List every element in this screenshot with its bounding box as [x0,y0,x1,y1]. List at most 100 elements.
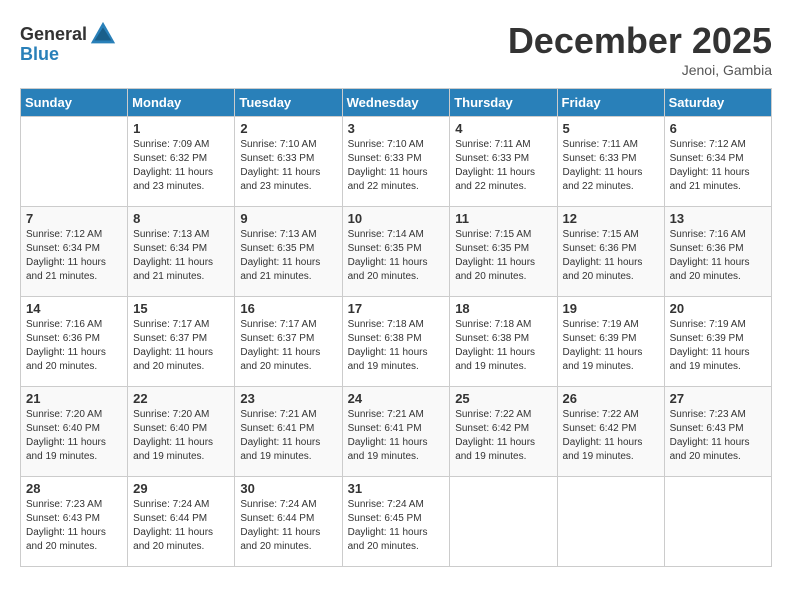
day-number: 16 [240,301,336,316]
calendar-cell: 25Sunrise: 7:22 AM Sunset: 6:42 PM Dayli… [450,387,557,477]
cell-info: Sunrise: 7:14 AM Sunset: 6:35 PM Dayligh… [348,228,445,284]
calendar-cell: 27 Sunrise: 7:23 AM Sunset: 6:43 PM Dayli… [664,387,771,477]
calendar-cell: 16 Sunrise: 7:17 AM Sunset: 6:37 PM Dayli… [235,297,342,387]
logo-blue: Blue [20,44,59,65]
cell-info: Sunrise: 7:18 AM Sunset: 6:38 PM Dayligh… [348,318,445,374]
day-number: 23 [240,391,336,406]
cell-info: Sunrise: 7:17 AM Sunset: 6:37 PM Dayligh… [133,318,229,374]
day-number: 10 [348,211,445,226]
day-number: 6 [670,121,766,136]
day-number: 27 [670,391,766,406]
day-number: 7 [26,211,122,226]
day-number: 1 [133,121,229,136]
day-number: 17 [348,301,445,316]
calendar-cell: 6Sunrise: 7:12 AM Sunset: 6:34 PM Daylig… [664,117,771,207]
calendar-cell: 7 Sunrise: 7:12 AM Sunset: 6:34 PM Daylig… [21,207,128,297]
day-number: 21 [26,391,122,406]
calendar-cell: 28Sunrise: 7:23 AM Sunset: 6:43 PM Dayli… [21,477,128,567]
days-header-row: SundayMondayTuesdayWednesdayThursdayFrid… [21,89,772,117]
cell-info: Sunrise: 7:24 AM Sunset: 6:45 PM Dayligh… [348,498,445,554]
calendar-cell: 23 Sunrise: 7:21 AM Sunset: 6:41 PM Dayli… [235,387,342,477]
day-number: 29 [133,481,229,496]
calendar-week-2: 7 Sunrise: 7:12 AM Sunset: 6:34 PM Daylig… [21,207,772,297]
day-number: 11 [455,211,551,226]
day-number: 28 [26,481,122,496]
day-number: 26 [563,391,659,406]
day-number: 12 [563,211,659,226]
day-number: 8 [133,211,229,226]
day-number: 3 [348,121,445,136]
day-number: 5 [563,121,659,136]
day-header-saturday: Saturday [664,89,771,117]
cell-info: Sunrise: 7:17 AM Sunset: 6:37 PM Dayligh… [240,318,336,374]
calendar-cell [21,117,128,207]
calendar-cell: 30 Sunrise: 7:24 AM Sunset: 6:44 PM Dayli… [235,477,342,567]
cell-info: Sunrise: 7:21 AM Sunset: 6:41 PM Dayligh… [348,408,445,464]
calendar-cell: 4Sunrise: 7:11 AM Sunset: 6:33 PM Daylig… [450,117,557,207]
calendar-cell: 13Sunrise: 7:16 AM Sunset: 6:36 PM Dayli… [664,207,771,297]
calendar-cell: 3 Sunrise: 7:10 AM Sunset: 6:33 PM Daylig… [342,117,450,207]
day-header-sunday: Sunday [21,89,128,117]
calendar-cell: 8 Sunrise: 7:13 AM Sunset: 6:34 PM Daylig… [128,207,235,297]
calendar-cell: 31 Sunrise: 7:24 AM Sunset: 6:45 PM Dayli… [342,477,450,567]
calendar-cell: 26 Sunrise: 7:22 AM Sunset: 6:42 PM Dayli… [557,387,664,477]
calendar-week-4: 21 Sunrise: 7:20 AM Sunset: 6:40 PM Dayli… [21,387,772,477]
cell-info: Sunrise: 7:12 AM Sunset: 6:34 PM Dayligh… [26,228,122,284]
day-number: 18 [455,301,551,316]
day-number: 31 [348,481,445,496]
calendar-cell: 21 Sunrise: 7:20 AM Sunset: 6:40 PM Dayli… [21,387,128,477]
cell-info: Sunrise: 7:15 AM Sunset: 6:36 PM Dayligh… [563,228,659,284]
calendar-cell [450,477,557,567]
cell-info: Sunrise: 7:10 AM Sunset: 6:33 PM Dayligh… [348,138,445,194]
calendar-cell: 12 Sunrise: 7:15 AM Sunset: 6:36 PM Dayli… [557,207,664,297]
cell-info: Sunrise: 7:13 AM Sunset: 6:34 PM Dayligh… [133,228,229,284]
cell-info: Sunrise: 7:11 AM Sunset: 6:33 PM Dayligh… [563,138,659,194]
cell-info: Sunrise: 7:20 AM Sunset: 6:40 PM Dayligh… [26,408,122,464]
cell-info: Sunrise: 7:09 AM Sunset: 6:32 PM Dayligh… [133,138,229,194]
day-header-tuesday: Tuesday [235,89,342,117]
calendar-cell: 22Sunrise: 7:20 AM Sunset: 6:40 PM Dayli… [128,387,235,477]
calendar-cell: 9 Sunrise: 7:13 AM Sunset: 6:35 PM Daylig… [235,207,342,297]
calendar-cell: 24 Sunrise: 7:21 AM Sunset: 6:41 PM Dayli… [342,387,450,477]
cell-info: Sunrise: 7:19 AM Sunset: 6:39 PM Dayligh… [563,318,659,374]
calendar-cell: 14Sunrise: 7:16 AM Sunset: 6:36 PM Dayli… [21,297,128,387]
calendar-cell: 19 Sunrise: 7:19 AM Sunset: 6:39 PM Dayli… [557,297,664,387]
logo-icon [89,20,117,48]
calendar-cell: 2Sunrise: 7:10 AM Sunset: 6:33 PM Daylig… [235,117,342,207]
calendar-table: SundayMondayTuesdayWednesdayThursdayFrid… [20,88,772,567]
title-block: December 2025 Jenoi, Gambia [508,20,772,78]
month-year-title: December 2025 [508,20,772,62]
day-number: 14 [26,301,122,316]
calendar-cell: 15 Sunrise: 7:17 AM Sunset: 6:37 PM Dayli… [128,297,235,387]
day-header-friday: Friday [557,89,664,117]
cell-info: Sunrise: 7:21 AM Sunset: 6:41 PM Dayligh… [240,408,336,464]
cell-info: Sunrise: 7:24 AM Sunset: 6:44 PM Dayligh… [133,498,229,554]
cell-info: Sunrise: 7:16 AM Sunset: 6:36 PM Dayligh… [670,228,766,284]
cell-info: Sunrise: 7:22 AM Sunset: 6:42 PM Dayligh… [455,408,551,464]
cell-info: Sunrise: 7:23 AM Sunset: 6:43 PM Dayligh… [670,408,766,464]
calendar-cell: 5 Sunrise: 7:11 AM Sunset: 6:33 PM Daylig… [557,117,664,207]
day-number: 22 [133,391,229,406]
calendar-week-3: 14Sunrise: 7:16 AM Sunset: 6:36 PM Dayli… [21,297,772,387]
location-subtitle: Jenoi, Gambia [508,62,772,78]
day-number: 2 [240,121,336,136]
calendar-week-1: 1 Sunrise: 7:09 AM Sunset: 6:32 PM Daylig… [21,117,772,207]
calendar-cell: 17 Sunrise: 7:18 AM Sunset: 6:38 PM Dayli… [342,297,450,387]
day-number: 19 [563,301,659,316]
day-number: 15 [133,301,229,316]
cell-info: Sunrise: 7:15 AM Sunset: 6:35 PM Dayligh… [455,228,551,284]
day-number: 30 [240,481,336,496]
day-number: 24 [348,391,445,406]
cell-info: Sunrise: 7:13 AM Sunset: 6:35 PM Dayligh… [240,228,336,284]
calendar-cell: 11 Sunrise: 7:15 AM Sunset: 6:35 PM Dayli… [450,207,557,297]
day-number: 4 [455,121,551,136]
calendar-cell: 29 Sunrise: 7:24 AM Sunset: 6:44 PM Dayli… [128,477,235,567]
cell-info: Sunrise: 7:22 AM Sunset: 6:42 PM Dayligh… [563,408,659,464]
day-header-wednesday: Wednesday [342,89,450,117]
logo: General Blue [20,20,117,65]
calendar-cell: 1 Sunrise: 7:09 AM Sunset: 6:32 PM Daylig… [128,117,235,207]
calendar-cell: 10 Sunrise: 7:14 AM Sunset: 6:35 PM Dayli… [342,207,450,297]
calendar-cell [557,477,664,567]
day-number: 9 [240,211,336,226]
cell-info: Sunrise: 7:24 AM Sunset: 6:44 PM Dayligh… [240,498,336,554]
